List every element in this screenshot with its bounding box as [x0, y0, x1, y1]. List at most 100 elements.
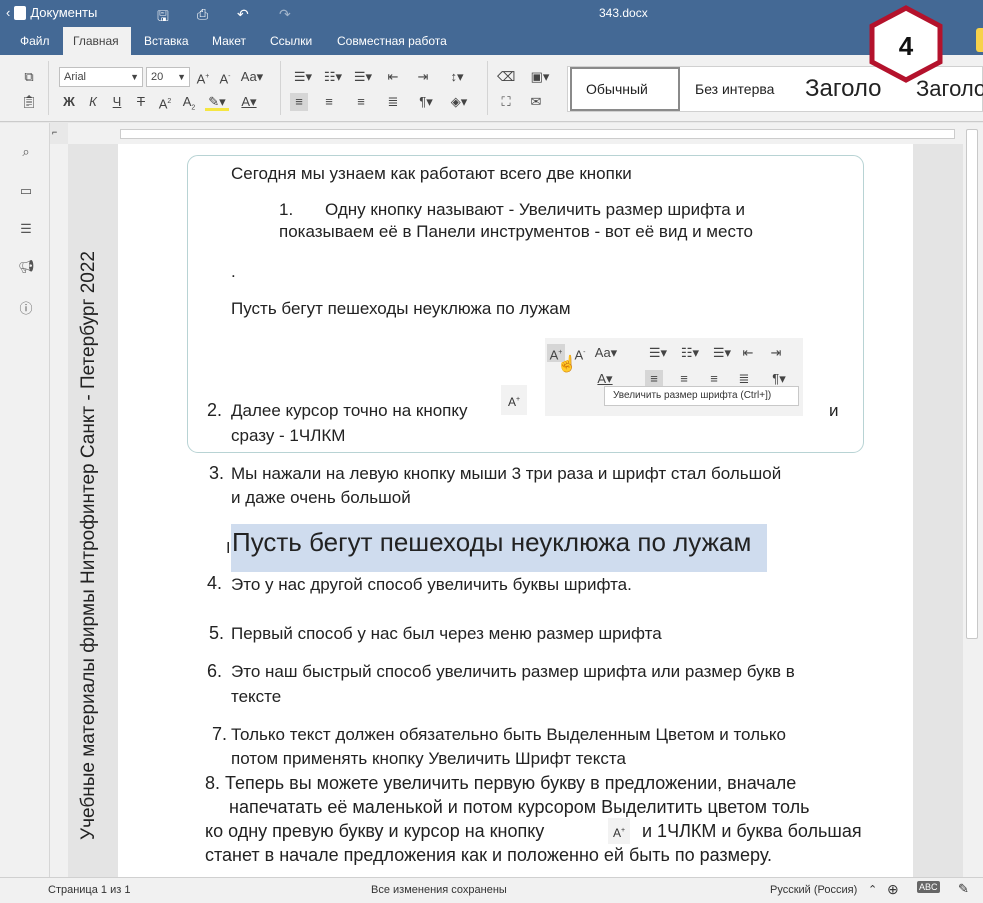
- bullets-icon[interactable]: ☰▾: [290, 68, 316, 86]
- font-color-icon[interactable]: A▾: [237, 93, 261, 111]
- intro-text: Сегодня мы узнаем как работают всего две…: [231, 164, 632, 183]
- title-bar: ‹ Документы 🖫 ⎙ ↶ ↷ 343.docx: [0, 0, 983, 27]
- underline-icon[interactable]: Ч: [108, 93, 126, 111]
- item2-and: и: [829, 401, 839, 420]
- file-name: 343.docx: [599, 6, 648, 20]
- item5-number: 5.: [209, 623, 225, 643]
- format-painter-icon[interactable]: ⛶: [497, 93, 515, 111]
- back-label: Документы: [30, 5, 98, 20]
- item2-line1: Далее курсор точно на кнопку: [231, 401, 468, 420]
- item5-line1: Первый способ у нас был через меню разме…: [231, 624, 662, 643]
- back-to-documents-button[interactable]: ‹ Документы: [6, 5, 97, 20]
- align-center-icon[interactable]: ≡: [320, 93, 338, 111]
- paste-icon[interactable]: 📋︎: [20, 93, 38, 111]
- item1-number: 1.: [279, 200, 294, 219]
- tab-collaboration[interactable]: Совместная работа: [327, 27, 457, 55]
- ruler-scale: [120, 129, 955, 139]
- vertical-scrollbar[interactable]: [963, 123, 983, 877]
- tab-references[interactable]: Ссылки: [260, 27, 322, 55]
- clear-style-icon[interactable]: ⌫: [497, 68, 515, 86]
- item6-line2: тексте: [231, 687, 282, 706]
- item7-line2: потом применять кнопку Увеличить Шрифт т…: [231, 749, 626, 768]
- style-normal[interactable]: Обычный: [570, 67, 680, 111]
- item8-line4: станет в начале предложения как и положе…: [205, 845, 773, 865]
- increase-font-icon[interactable]: A+: [194, 68, 212, 86]
- line-spacing-icon[interactable]: ↕▾: [444, 68, 470, 86]
- spellcheck-icon[interactable]: ABC: [917, 881, 940, 893]
- italic-icon[interactable]: К: [84, 93, 102, 111]
- highlight-icon[interactable]: ✎▾: [205, 93, 229, 111]
- font-name-value: Arial: [64, 71, 87, 83]
- page-counter: Страница 1 из 1: [48, 884, 131, 896]
- copy-icon[interactable]: ⧉: [20, 68, 38, 86]
- decrease-indent-icon: ⇤: [742, 345, 754, 360]
- save-status: Все изменения сохранены: [371, 884, 507, 896]
- decrease-indent-icon[interactable]: ⇤: [384, 68, 402, 86]
- print-icon[interactable]: ⎙: [197, 6, 208, 23]
- tab-stop-selector[interactable]: ⌐: [52, 127, 64, 139]
- mail-merge-icon[interactable]: ✉: [527, 93, 545, 111]
- text-cursor-icon: I: [226, 540, 231, 557]
- item8-line1: 8. Теперь вы можете увеличить первую бук…: [205, 773, 797, 793]
- about-icon[interactable]: ⓘ: [18, 298, 34, 316]
- chevron-up-icon[interactable]: ⌃: [868, 883, 877, 896]
- comments-icon[interactable]: ▭: [18, 183, 34, 199]
- dot-text: .: [231, 262, 236, 281]
- decrease-font-icon[interactable]: A-: [216, 68, 234, 86]
- undo-icon[interactable]: ↶: [237, 6, 249, 23]
- paragraph-marks-icon[interactable]: ¶▾: [414, 93, 438, 111]
- increase-indent-icon[interactable]: ⇥: [414, 68, 432, 86]
- item6-line1: Это наш быстрый способ увеличить размер …: [231, 662, 795, 681]
- item3-line1: Мы нажали на левую кнопку мыши 3 три раз…: [231, 464, 782, 483]
- horizontal-ruler[interactable]: [68, 123, 963, 144]
- item4-line1: Это у нас другой способ увеличить буквы …: [231, 575, 632, 594]
- align-right-icon[interactable]: ≡: [352, 93, 370, 111]
- multilevel-icon[interactable]: ☰▾: [350, 68, 376, 86]
- change-case-icon[interactable]: Aa▾: [238, 68, 266, 86]
- bold-icon[interactable]: Ж: [60, 93, 78, 111]
- align-left-icon[interactable]: ≡: [290, 93, 308, 111]
- subscript-icon[interactable]: A2: [180, 93, 198, 112]
- item1-line1: Одну кнопку называют - Увеличить размер …: [325, 200, 745, 219]
- tab-home[interactable]: Главная: [63, 27, 131, 55]
- scrollbar-thumb[interactable]: [966, 129, 978, 639]
- style-no-spacing[interactable]: Без интерва: [693, 67, 793, 111]
- decrease-font-icon: A-: [574, 347, 586, 363]
- document-icon: [14, 5, 27, 20]
- item7-line1: Только текст должен обязательно быть Выд…: [231, 725, 786, 744]
- increase-font-icon: A+: [501, 385, 527, 415]
- font-size-select[interactable]: 20 ▼: [146, 67, 190, 87]
- tab-file[interactable]: Файл: [10, 27, 60, 55]
- language-selector[interactable]: Русский (Россия): [770, 884, 857, 896]
- tooltip-increase-font: Увеличить размер шрифта (Ctrl+]): [604, 386, 799, 406]
- change-case-icon: Aa▾: [594, 345, 618, 360]
- superscript-icon[interactable]: A2: [156, 93, 174, 111]
- vertical-banner-text: Учебные материалы фирмы Нитрофинтер Санк…: [78, 251, 99, 840]
- ribbon-tabs: Файл Главная Вставка Макет Ссылки Совмес…: [0, 27, 983, 55]
- big-sample-text[interactable]: Пусть бегут пешеходы неуклюжа по лужам: [232, 527, 751, 558]
- item8-line2: напечатать её маленькой и потом курсором…: [229, 797, 810, 817]
- tab-layout[interactable]: Макет: [202, 27, 256, 55]
- numbering-icon: ☷▾: [680, 345, 700, 360]
- multilevel-icon: ☰▾: [712, 345, 732, 360]
- search-icon[interactable]: ⌕: [18, 144, 34, 160]
- strikethrough-icon[interactable]: Т: [132, 93, 150, 111]
- numbering-icon[interactable]: ☷▾: [320, 68, 346, 86]
- tab-insert[interactable]: Вставка: [134, 27, 199, 55]
- navigation-icon[interactable]: ☰: [18, 221, 34, 237]
- item6-number: 6.: [207, 661, 223, 681]
- shading-icon[interactable]: ◈▾: [446, 93, 472, 111]
- fill-icon[interactable]: ▣▾: [527, 68, 553, 86]
- justify-icon[interactable]: ≣: [384, 93, 402, 111]
- increase-indent-icon: ⇥: [770, 345, 782, 360]
- back-chevron-icon: ‹: [6, 5, 11, 20]
- feedback-icon[interactable]: 📢︎: [18, 259, 35, 275]
- track-changes-icon[interactable]: ✎: [958, 881, 969, 897]
- sample-text: Пусть бегут пешеходы неуклюжа по лужам: [231, 299, 571, 318]
- redo-icon[interactable]: ↷: [279, 6, 291, 23]
- globe-icon[interactable]: ⊕: [887, 881, 899, 898]
- vertical-ruler[interactable]: [50, 144, 68, 877]
- font-size-value: 20: [151, 71, 164, 83]
- font-name-select[interactable]: Arial ▼: [59, 67, 143, 87]
- badge-number: 4: [899, 31, 914, 61]
